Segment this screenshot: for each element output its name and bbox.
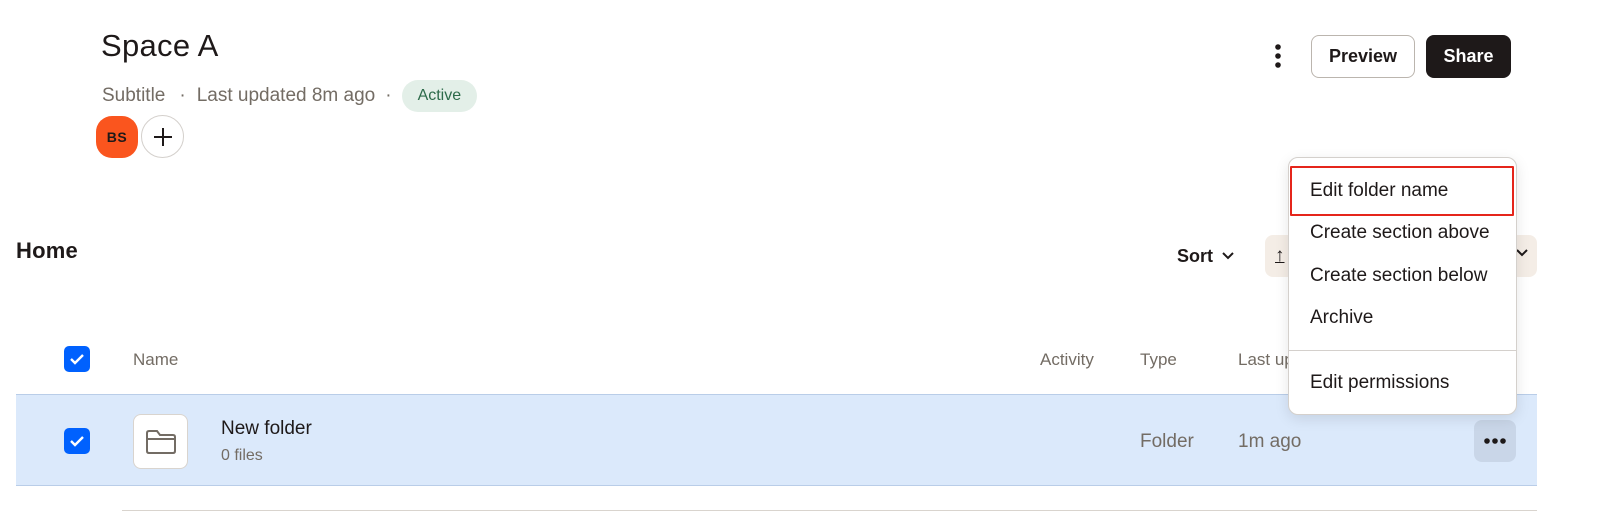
more-options-button[interactable] (1262, 38, 1294, 74)
select-all-checkbox[interactable] (64, 346, 90, 372)
chevron-down-icon (1516, 249, 1528, 257)
row-more-options-button[interactable] (1474, 420, 1516, 462)
more-horizontal-icon (1484, 438, 1506, 444)
checkmark-icon (70, 436, 84, 447)
row-checkbox[interactable] (64, 428, 90, 454)
folder-thumbnail[interactable] (133, 414, 188, 469)
upload-icon: ↑ (1275, 245, 1285, 266)
menu-item-create-section-below[interactable]: Create section below (1289, 255, 1516, 297)
status-badge[interactable]: Active (401, 80, 478, 112)
plus-icon (153, 127, 172, 146)
last-updated: Last updated 8m ago (196, 85, 376, 106)
checkmark-icon (70, 354, 84, 365)
menu-item-archive[interactable]: Archive (1289, 297, 1516, 339)
chevron-down-icon (1222, 252, 1234, 260)
meta-separator: · (179, 85, 186, 106)
menu-item-edit-permissions[interactable]: Edit permissions (1289, 362, 1516, 404)
folder-type: Folder (1140, 431, 1194, 452)
column-header-activity[interactable]: Activity (1040, 350, 1094, 370)
folder-name[interactable]: New folder (221, 418, 312, 440)
column-header-type[interactable]: Type (1140, 350, 1177, 370)
space-meta: Subtitle · Last updated 8m ago · Active (102, 80, 478, 112)
space-page: Space A Subtitle · Last updated 8m ago ·… (0, 0, 1600, 529)
section-title: Home (16, 238, 78, 263)
sort-button[interactable]: Sort (1177, 242, 1235, 270)
meta-separator: · (385, 85, 392, 106)
folder-file-count: 0 files (221, 447, 263, 464)
share-button[interactable]: Share (1426, 35, 1511, 78)
avatar[interactable]: BS (96, 116, 138, 158)
preview-button[interactable]: Preview (1311, 35, 1415, 78)
column-header-last-updated[interactable]: Last up (1238, 350, 1294, 370)
menu-item-create-section-above[interactable]: Create section above (1289, 212, 1516, 254)
table-bottom-divider (122, 510, 1537, 511)
folder-last-updated: 1m ago (1238, 431, 1302, 452)
more-vertical-icon (1275, 44, 1281, 68)
context-menu: Edit folder name Create section above Cr… (1288, 157, 1517, 415)
page-title: Space A (101, 28, 219, 63)
menu-divider (1289, 350, 1516, 351)
subtitle[interactable]: Subtitle (102, 85, 165, 107)
column-header-name[interactable]: Name (133, 350, 178, 370)
folder-icon (145, 429, 176, 454)
sort-label: Sort (1177, 245, 1213, 266)
menu-item-edit-folder-name[interactable]: Edit folder name (1290, 166, 1514, 216)
add-member-button[interactable] (141, 115, 184, 158)
